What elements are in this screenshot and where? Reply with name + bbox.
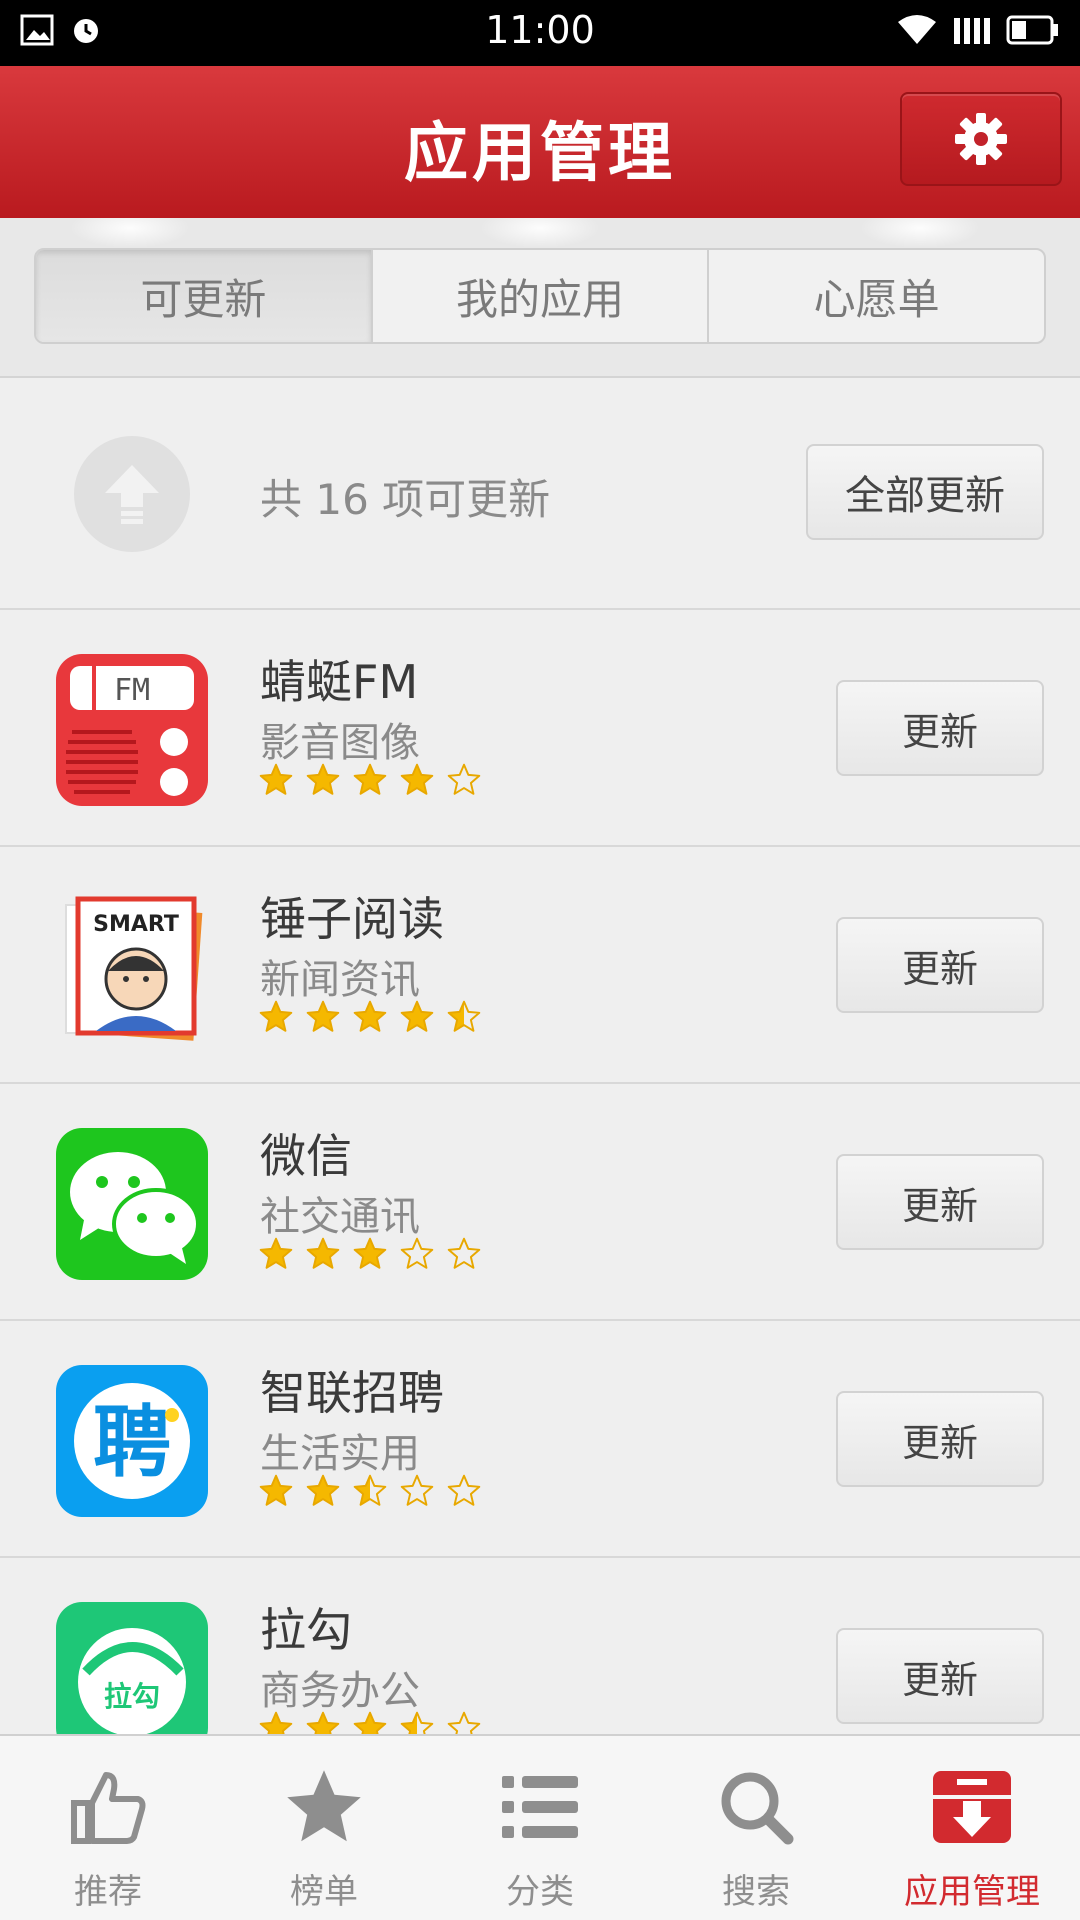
star-full-icon	[353, 1711, 387, 1734]
nav-label: 榜单	[290, 1872, 358, 1912]
app-category: 影音图像	[260, 720, 420, 766]
zhilian-icon: 聘	[56, 1365, 208, 1517]
qingting-fm-icon: FM	[56, 654, 208, 806]
app-manage-icon	[927, 1762, 1017, 1852]
lagou-label: 拉勾	[104, 1680, 160, 1713]
nav-app-management[interactable]: 应用管理	[864, 1736, 1080, 1920]
star-half-icon	[400, 1711, 434, 1734]
rating-stars	[258, 999, 482, 1035]
star-empty-icon	[447, 1711, 481, 1734]
app-category: 生活实用	[260, 1431, 420, 1477]
update-button[interactable]: 更新	[836, 917, 1044, 1013]
star-empty-icon	[400, 1474, 434, 1506]
rating-stars	[258, 762, 482, 798]
tab-updatable[interactable]: 可更新	[36, 250, 373, 342]
star-empty-icon	[447, 763, 481, 795]
wechat-icon	[56, 1128, 208, 1280]
star-full-icon	[400, 1000, 434, 1032]
battery-icon	[1006, 15, 1058, 45]
list-item[interactable]: FM 蜻蜓FM 影音图像 更新	[0, 610, 1080, 847]
star-full-icon	[353, 1237, 387, 1269]
segmented-tabs: 可更新 我的应用 心愿单	[34, 248, 1046, 344]
app-name: 拉勾	[260, 1603, 352, 1657]
tabs-area: 可更新 我的应用 心愿单	[0, 218, 1080, 378]
rating-stars	[258, 1236, 482, 1272]
star-full-icon	[353, 763, 387, 795]
app-list: FM 蜻蜓FM 影音图像 更新 SMART 锤子阅读 新闻资讯 更新 微信 社交…	[0, 610, 1080, 1734]
list-item[interactable]: SMART 锤子阅读 新闻资讯 更新	[0, 847, 1080, 1084]
gear-icon	[955, 113, 1007, 165]
nav-label: 搜索	[722, 1872, 790, 1912]
rating-stars	[258, 1473, 482, 1509]
star-half-icon	[447, 1000, 481, 1032]
nav-label: 应用管理	[904, 1872, 1040, 1912]
bottom-nav: 推荐 榜单 分类 搜索 应用管理	[0, 1734, 1080, 1920]
app-name: 智联招聘	[260, 1366, 444, 1420]
star-empty-icon	[400, 1237, 434, 1269]
star-full-icon	[259, 1711, 293, 1734]
update-all-button[interactable]: 全部更新	[806, 444, 1044, 540]
smart-label: SMART	[93, 912, 179, 937]
list-item[interactable]: 微信 社交通讯 更新	[0, 1084, 1080, 1321]
thumbs-up-icon	[63, 1762, 153, 1852]
update-button[interactable]: 更新	[836, 680, 1044, 776]
lagou-icon: 拉勾	[56, 1602, 208, 1734]
nav-recommend[interactable]: 推荐	[0, 1736, 216, 1920]
search-icon	[711, 1762, 801, 1852]
star-empty-icon	[447, 1474, 481, 1506]
star-full-icon	[306, 1474, 340, 1506]
fm-label: FM	[114, 673, 150, 708]
rating-stars	[258, 1710, 482, 1734]
nav-search[interactable]: 搜索	[648, 1736, 864, 1920]
star-full-icon	[306, 1000, 340, 1032]
nav-label: 推荐	[74, 1872, 142, 1912]
settings-button[interactable]	[900, 92, 1062, 186]
app-name: 锤子阅读	[260, 892, 444, 946]
star-half-icon	[353, 1474, 387, 1506]
app-category: 新闻资讯	[260, 957, 420, 1003]
star-full-icon	[306, 1237, 340, 1269]
star-full-icon	[400, 763, 434, 795]
list-item[interactable]: 聘 智联招聘 生活实用 更新	[0, 1321, 1080, 1558]
update-count-text: 共 16 项可更新	[260, 475, 551, 524]
star-full-icon	[306, 1711, 340, 1734]
signal-icon	[954, 18, 990, 44]
pin-label: 聘	[93, 1398, 171, 1488]
app-name: 蜻蜓FM	[260, 655, 419, 709]
update-button[interactable]: 更新	[836, 1391, 1044, 1487]
list-icon	[495, 1762, 585, 1852]
app-name: 微信	[260, 1129, 352, 1183]
update-summary-row: 共 16 项可更新 全部更新	[0, 378, 1080, 610]
star-empty-icon	[447, 1237, 481, 1269]
star-full-icon	[259, 763, 293, 795]
nav-label: 分类	[506, 1872, 574, 1912]
status-bar: 11:00	[0, 0, 1080, 66]
star-icon	[279, 1762, 369, 1852]
list-item[interactable]: 拉勾 拉勾 商务办公 更新	[0, 1558, 1080, 1734]
tab-wishlist[interactable]: 心愿单	[709, 250, 1044, 342]
nav-categories[interactable]: 分类	[432, 1736, 648, 1920]
app-header: 应用管理	[0, 66, 1080, 218]
update-button[interactable]: 更新	[836, 1154, 1044, 1250]
star-full-icon	[353, 1000, 387, 1032]
star-full-icon	[259, 1000, 293, 1032]
app-category: 社交通讯	[260, 1194, 420, 1240]
tab-my-apps[interactable]: 我的应用	[373, 250, 710, 342]
nav-rankings[interactable]: 榜单	[216, 1736, 432, 1920]
wifi-icon	[898, 15, 936, 44]
update-arrow-icon	[74, 436, 190, 552]
update-button[interactable]: 更新	[836, 1628, 1044, 1724]
star-full-icon	[259, 1237, 293, 1269]
smart-reader-icon: SMART	[56, 891, 208, 1043]
app-category: 商务办公	[260, 1668, 420, 1714]
star-full-icon	[259, 1474, 293, 1506]
star-full-icon	[306, 763, 340, 795]
